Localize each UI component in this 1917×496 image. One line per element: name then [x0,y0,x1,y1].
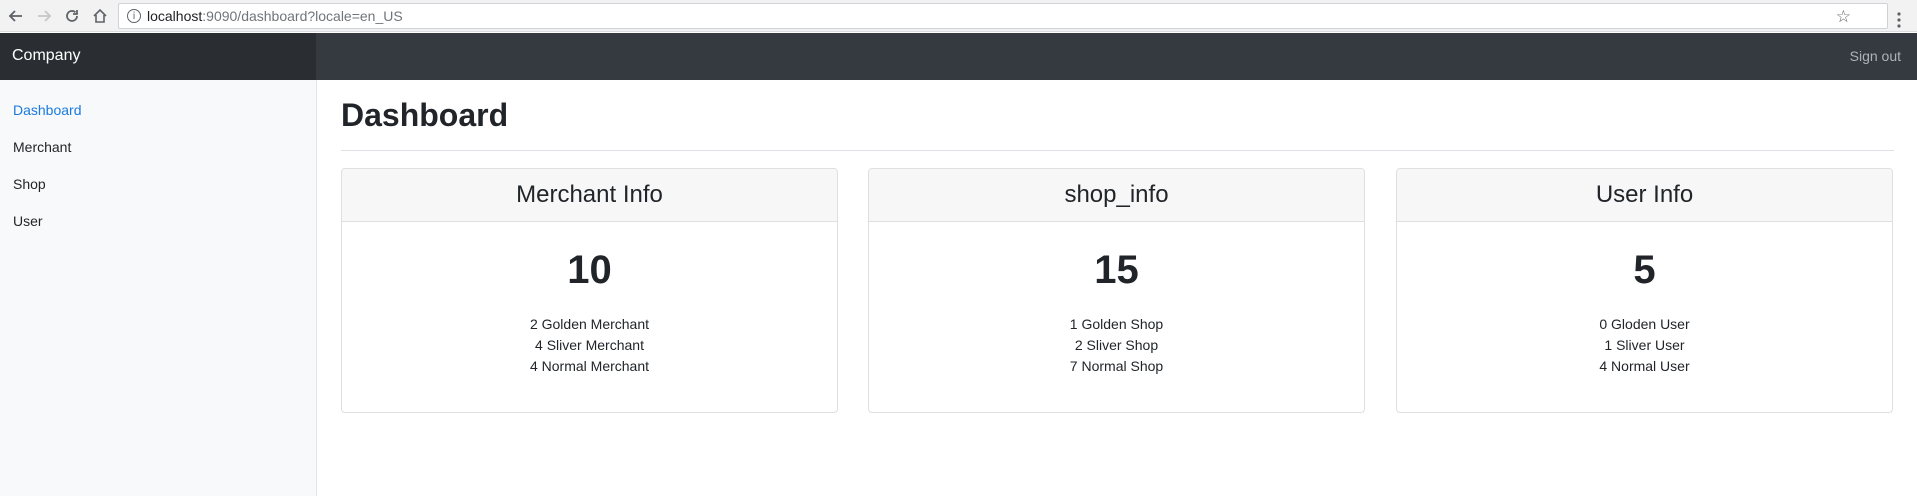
card-line: 4 Normal User [1599,358,1690,374]
card-line: 1 Sliver User [1604,337,1685,353]
merchant-info-card: Merchant Info 10 2 Golden Merchant 4 Sli… [341,168,838,413]
brand-logo[interactable]: Company [0,33,316,80]
sidebar-item-dashboard[interactable]: Dashboard [0,94,316,131]
card-header: Merchant Info [342,169,837,222]
shop-info-card: shop_info 15 1 Golden Shop 2 Sliver Shop… [868,168,1365,413]
card-body: 15 1 Golden Shop 2 Sliver Shop 7 Normal … [869,246,1364,377]
url-text[interactable]: localhost:9090/dashboard?locale=en_US [147,8,403,24]
card-line: 2 Sliver Shop [1074,337,1159,353]
card-lines: 1 Golden Shop 2 Sliver Shop 7 Normal Sho… [869,314,1364,377]
card-lines: 2 Golden Merchant 4 Sliver Merchant 4 No… [342,314,837,377]
card-line: 4 Sliver Merchant [535,337,644,353]
info-icon[interactable]: i [127,9,141,23]
cards-row: Merchant Info 10 2 Golden Merchant 4 Sli… [341,168,1894,416]
main-content: Dashboard Merchant Info 10 2 Golden Merc… [341,80,1894,416]
card-body: 10 2 Golden Merchant 4 Sliver Merchant 4… [342,246,837,377]
sign-out-link[interactable]: Sign out [1850,48,1901,64]
card-header: User Info [1397,169,1892,222]
app-navbar: Company Sign out [0,33,1917,80]
forward-icon[interactable] [30,2,58,30]
title-divider [341,150,1894,151]
home-icon[interactable] [86,2,114,30]
sidebar: Dashboard Merchant Shop User [0,80,317,496]
sidebar-item-user[interactable]: User [0,205,316,242]
star-icon[interactable]: ☆ [1836,7,1851,27]
back-icon[interactable] [2,2,30,30]
card-line: 7 Normal Shop [1069,358,1164,374]
card-lines: 0 Gloden User 1 Sliver User 4 Normal Use… [1397,314,1892,377]
card-line: 2 Golden Merchant [529,316,650,332]
card-header: shop_info [869,169,1364,222]
card-line: 1 Golden Shop [1069,316,1164,332]
more-menu-icon[interactable] [1889,10,1909,30]
card-line: 0 Gloden User [1599,316,1690,332]
address-bar[interactable]: i localhost:9090/dashboard?locale=en_US … [118,3,1901,29]
card-count: 5 [1633,248,1656,292]
card-line: 4 Normal Merchant [529,358,650,374]
card-count: 15 [1094,248,1139,292]
user-info-card: User Info 5 0 Gloden User 1 Sliver User … [1396,168,1893,413]
card-count: 10 [567,248,612,292]
sidebar-item-shop[interactable]: Shop [0,168,316,205]
browser-toolbar: i localhost:9090/dashboard?locale=en_US … [0,0,1917,32]
sidebar-item-merchant[interactable]: Merchant [0,131,316,168]
page-title: Dashboard [341,97,509,133]
card-body: 5 0 Gloden User 1 Sliver User 4 Normal U… [1397,246,1892,377]
reload-icon[interactable] [58,2,86,30]
